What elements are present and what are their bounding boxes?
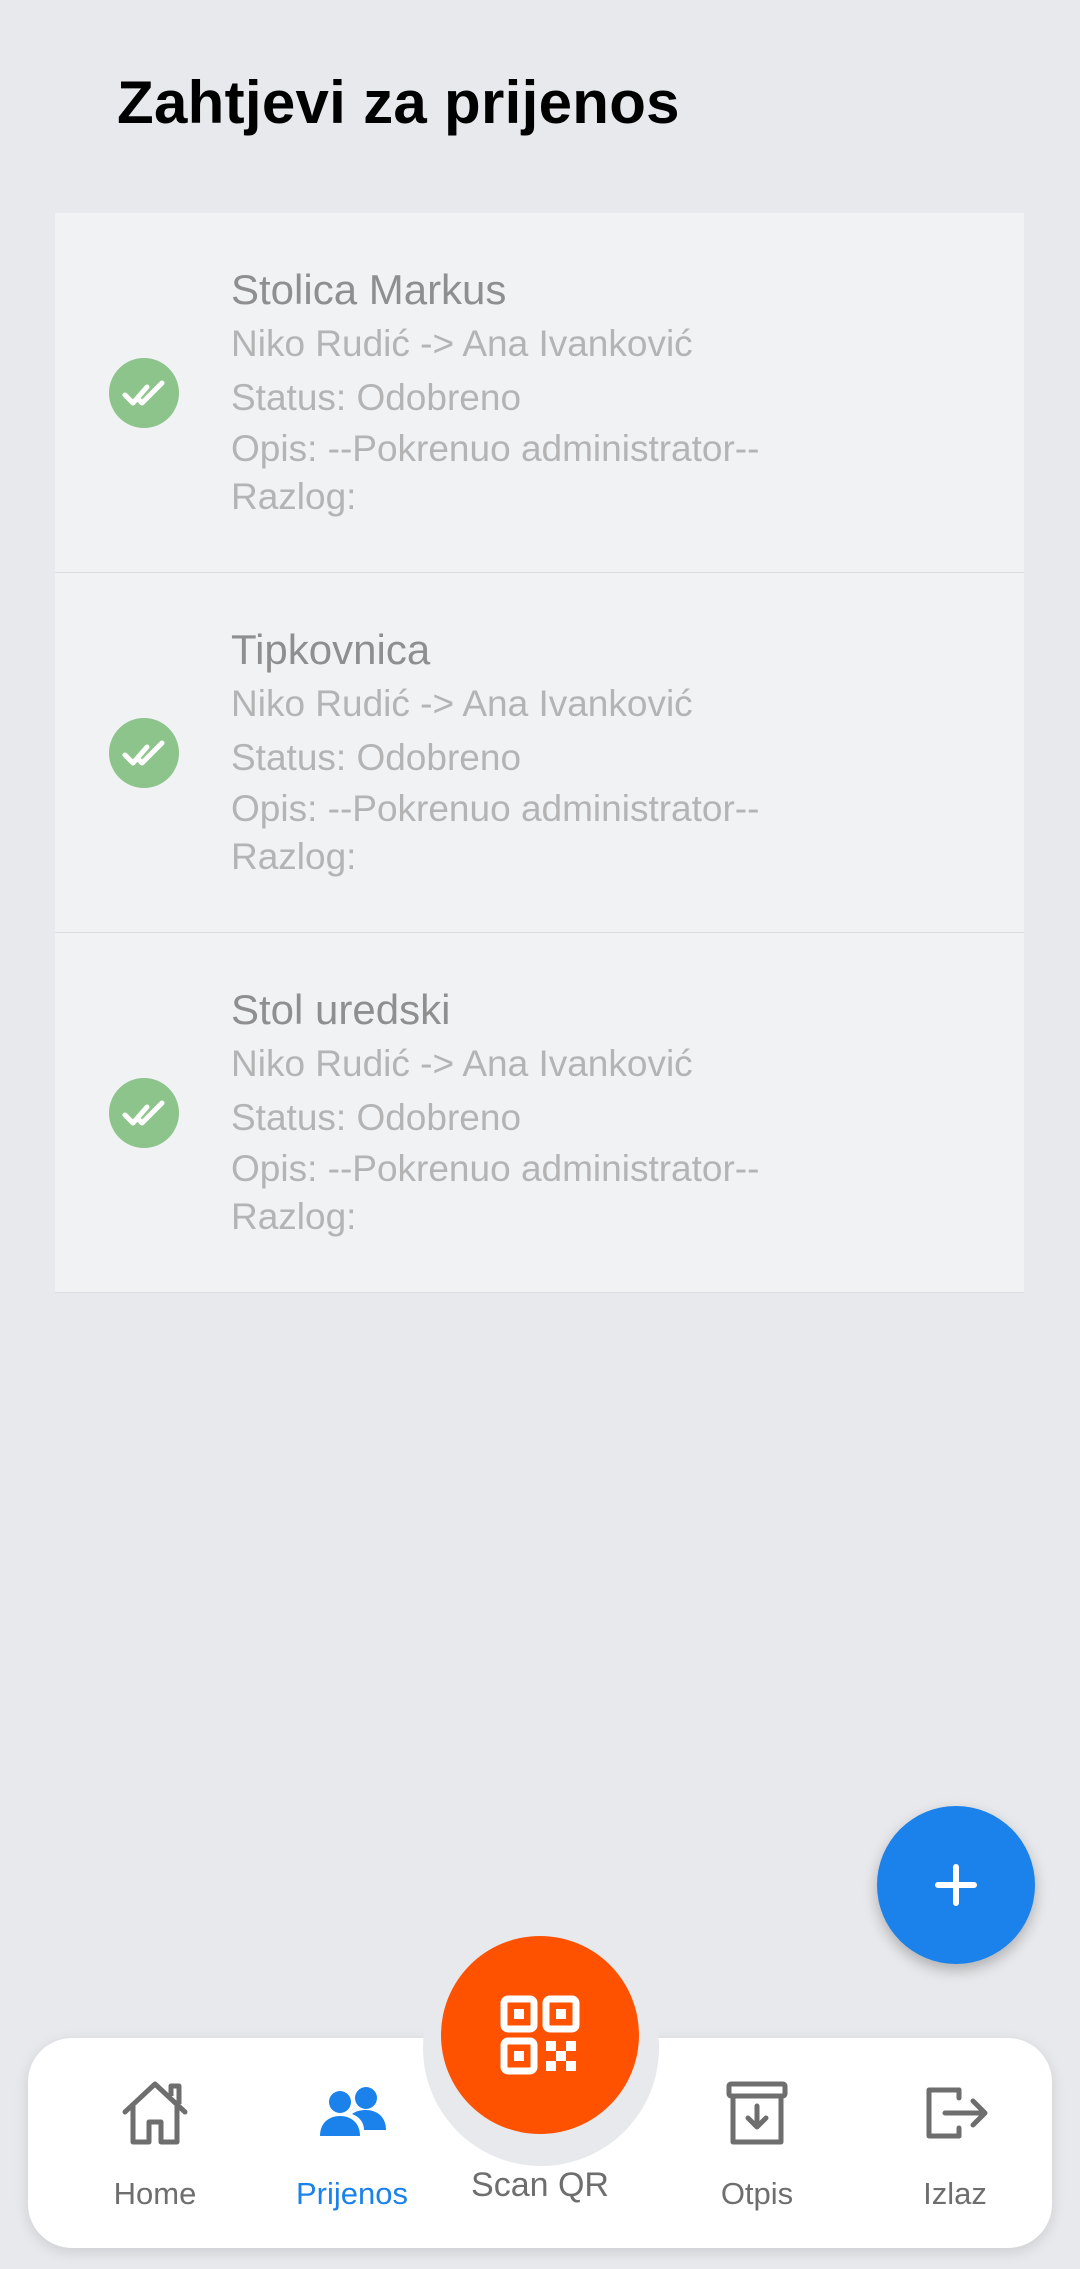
page-title: Zahtjevi za prijenos	[117, 69, 680, 136]
transfer-title: Tipkovnica	[231, 626, 431, 673]
nav-logout[interactable]: Izlaz	[870, 2078, 1040, 2212]
approved-check-icon	[109, 718, 179, 788]
transfer-item[interactable]: Tipkovnica Niko Rudić -> Ana Ivanković S…	[55, 573, 1024, 933]
nav-writeoff-label: Otpis	[720, 2176, 794, 2211]
users-icon	[320, 2087, 386, 2136]
logout-icon	[926, 2087, 988, 2139]
nav-transfer[interactable]: Prijenos	[267, 2078, 437, 2212]
nav-home[interactable]: Home	[70, 2078, 240, 2212]
nav-logout-label: Izlaz	[923, 2176, 987, 2211]
qr-code-icon	[500, 1995, 580, 2075]
plus-icon	[935, 1864, 977, 1906]
transfer-status: Status: Odobreno	[231, 1097, 522, 1138]
approved-check-icon	[109, 1078, 179, 1148]
transfer-title: Stol uredski	[231, 986, 451, 1033]
nav-transfer-label: Prijenos	[296, 2176, 408, 2211]
transfer-reason: Razlog:	[231, 836, 357, 877]
add-transfer-button[interactable]	[877, 1806, 1035, 1964]
transfer-item[interactable]: Stol uredski Niko Rudić -> Ana Ivanković…	[55, 933, 1024, 1293]
transfer-reason: Razlog:	[231, 476, 357, 517]
transfer-status: Status: Odobreno	[231, 377, 522, 418]
transfer-item[interactable]: Stolica Markus Niko Rudić -> Ana Ivankov…	[55, 213, 1024, 573]
scan-qr-button[interactable]	[441, 1936, 639, 2134]
transfer-route: Niko Rudić -> Ana Ivanković	[231, 1043, 693, 1084]
nav-home-label: Home	[113, 2176, 197, 2211]
transfer-route: Niko Rudić -> Ana Ivanković	[231, 323, 693, 364]
archive-download-icon	[726, 2081, 788, 2145]
nav-writeoff[interactable]: Otpis	[672, 2078, 842, 2212]
approved-check-icon	[109, 358, 179, 428]
transfer-description: Opis: --Pokrenuo administrator--	[231, 1148, 760, 1189]
transfer-list: Stolica Markus Niko Rudić -> Ana Ivankov…	[55, 213, 1024, 1293]
transfer-description: Opis: --Pokrenuo administrator--	[231, 788, 760, 829]
transfer-route: Niko Rudić -> Ana Ivanković	[231, 683, 693, 724]
scan-qr-label: Scan QR	[471, 2166, 609, 2204]
transfer-reason: Razlog:	[231, 1196, 357, 1237]
transfer-title: Stolica Markus	[231, 266, 507, 313]
transfer-description: Opis: --Pokrenuo administrator--	[231, 428, 760, 469]
home-icon	[122, 2081, 188, 2145]
transfer-status: Status: Odobreno	[231, 737, 522, 778]
